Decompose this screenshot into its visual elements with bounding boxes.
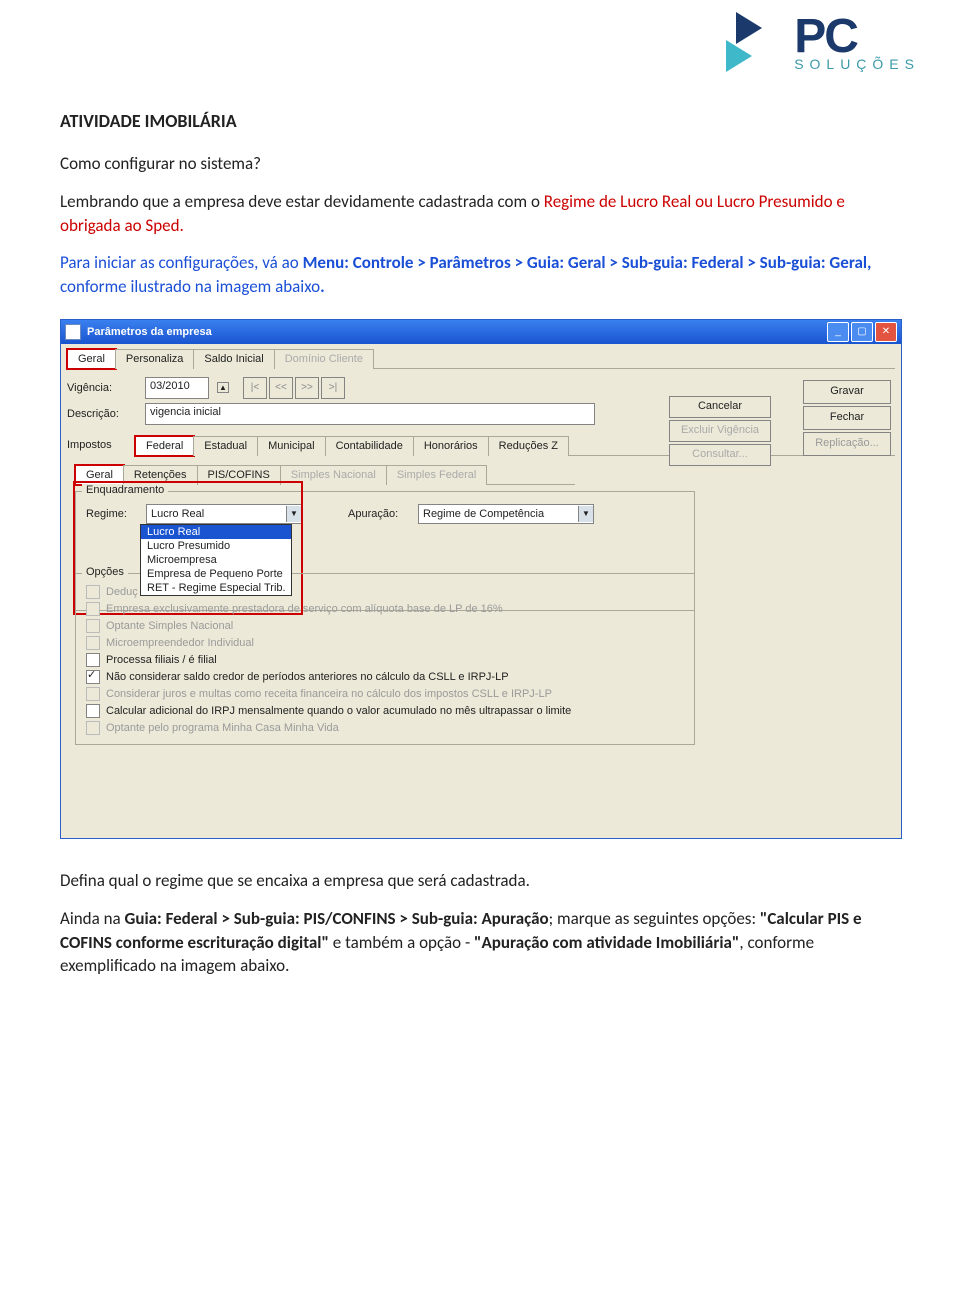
- close-button[interactable]: ✕: [875, 322, 897, 342]
- logo-text-top: PC: [794, 18, 920, 56]
- gravar-button[interactable]: Gravar: [803, 380, 891, 404]
- checkbox: [86, 585, 100, 599]
- nav-last[interactable]: >|: [321, 377, 345, 399]
- subtab-retencoes[interactable]: Retenções: [123, 465, 198, 485]
- checkbox: [86, 602, 100, 616]
- subtab-simples-federal[interactable]: Simples Federal: [386, 465, 487, 485]
- cancelar-button[interactable]: Cancelar: [669, 396, 771, 418]
- tab-honorarios[interactable]: Honorários: [413, 436, 489, 456]
- tab-reducoes-z[interactable]: Reduções Z: [488, 436, 569, 456]
- paragraph-4: Ainda na Guia: Federal > Sub-guia: PIS/C…: [60, 907, 900, 978]
- checkbox-label: Empresa exclusivamente prestadora de ser…: [106, 603, 503, 615]
- regime-option[interactable]: Lucro Presumido: [141, 539, 291, 553]
- checkbox-option: Microempreendedor Individual: [86, 636, 684, 650]
- checkbox[interactable]: [86, 670, 100, 684]
- label-descricao: Descrição:: [67, 408, 137, 420]
- vigencia-spinner[interactable]: ▲: [217, 382, 229, 393]
- checkbox-label: Optante pelo programa Minha Casa Minha V…: [106, 722, 339, 734]
- paragraph-2: Para iniciar as configurações, vá ao Men…: [60, 251, 900, 299]
- checkbox-option: Optante pelo programa Minha Casa Minha V…: [86, 721, 684, 735]
- checkbox[interactable]: [86, 653, 100, 667]
- label-regime: Regime:: [86, 508, 138, 520]
- checkbox[interactable]: [86, 704, 100, 718]
- tab-estadual[interactable]: Estadual: [193, 436, 258, 456]
- fieldset-opcoes: Opções DeduçEmpresa exclusivamente prest…: [75, 573, 695, 745]
- tab-municipal[interactable]: Municipal: [257, 436, 325, 456]
- nav-prev[interactable]: <<: [269, 377, 293, 399]
- checkbox-label: Considerar juros e multas como receita f…: [106, 688, 552, 700]
- regime-option[interactable]: RET - Regime Especial Trib.: [141, 581, 291, 595]
- checkbox: [86, 619, 100, 633]
- checkbox-label: Calcular adicional do IRPJ mensalmente q…: [106, 705, 571, 717]
- regime-dropdown[interactable]: Lucro Real Lucro Presumido Microempresa …: [140, 524, 292, 596]
- maximize-button[interactable]: ▢: [851, 322, 873, 342]
- window-title: Parâmetros da empresa: [87, 326, 212, 338]
- doc-subtitle: Como configurar no sistema?: [60, 152, 900, 176]
- doc-title: ATIVIDADE IMOBILÁRIA: [60, 110, 900, 132]
- replicacao-button[interactable]: Replicação...: [803, 432, 891, 456]
- subtab-geral[interactable]: Geral: [75, 465, 124, 485]
- tab-dominio-cliente[interactable]: Domínio Cliente: [274, 349, 374, 369]
- tab-personaliza[interactable]: Personaliza: [115, 349, 194, 369]
- nav-next[interactable]: >>: [295, 377, 319, 399]
- logo-text-bottom: SOLUÇÕES: [794, 56, 920, 72]
- regime-combobox[interactable]: Lucro Real▼: [146, 504, 302, 524]
- subtab-piscofins[interactable]: PIS/COFINS: [197, 465, 281, 485]
- checkbox-label: Microempreendedor Individual: [106, 637, 254, 649]
- regime-option[interactable]: Lucro Real: [141, 525, 291, 539]
- window-parametros: Parâmetros da empresa _ ▢ ✕ Geral Person…: [60, 319, 902, 839]
- chevron-down-icon: ▼: [578, 506, 593, 522]
- excluir-vigencia-button[interactable]: Excluir Vigência: [669, 420, 771, 442]
- titlebar[interactable]: Parâmetros da empresa _ ▢ ✕: [61, 320, 901, 344]
- checkbox-label: Deduç: [106, 586, 138, 598]
- checkbox-label: Optante Simples Nacional: [106, 620, 233, 632]
- tabs-top: Geral Personaliza Saldo Inicial Domínio …: [67, 348, 895, 369]
- tab-federal[interactable]: Federal: [135, 436, 194, 456]
- subtab-simples-nacional[interactable]: Simples Nacional: [280, 465, 387, 485]
- checkbox: [86, 636, 100, 650]
- checkbox: [86, 721, 100, 735]
- paragraph-1: Lembrando que a empresa deve estar devid…: [60, 190, 900, 238]
- checkbox-label: Processa filiais / é filial: [106, 654, 217, 666]
- legend-opcoes: Opções: [82, 566, 128, 578]
- paragraph-3: Defina qual o regime que se encaixa a em…: [60, 869, 900, 893]
- legend-enquadramento: Enquadramento: [82, 484, 168, 496]
- checkbox-option[interactable]: Processa filiais / é filial: [86, 653, 684, 667]
- tab-contabilidade[interactable]: Contabilidade: [325, 436, 414, 456]
- checkbox-label: Não considerar saldo credor de períodos …: [106, 671, 509, 683]
- label-impostos: Impostos: [67, 439, 127, 451]
- apuracao-combobox[interactable]: Regime de Competência▼: [418, 504, 594, 524]
- checkbox-option: Empresa exclusivamente prestadora de ser…: [86, 602, 684, 616]
- chevron-down-icon: ▼: [286, 506, 301, 522]
- checkbox: [86, 687, 100, 701]
- nav-first[interactable]: |<: [243, 377, 267, 399]
- checkbox-option: Optante Simples Nacional: [86, 619, 684, 633]
- label-vigencia: Vigência:: [67, 382, 137, 394]
- logo-mark: [726, 10, 786, 80]
- tab-geral[interactable]: Geral: [67, 349, 116, 369]
- checkbox-option[interactable]: Não considerar saldo credor de períodos …: [86, 670, 684, 684]
- regime-option[interactable]: Microempresa: [141, 553, 291, 567]
- checkbox-option: Considerar juros e multas como receita f…: [86, 687, 684, 701]
- tab-saldo-inicial[interactable]: Saldo Inicial: [193, 349, 274, 369]
- window-icon: [65, 324, 81, 340]
- consultar-button[interactable]: Consultar...: [669, 444, 771, 466]
- descricao-input[interactable]: vigencia inicial: [145, 403, 595, 425]
- vigencia-input[interactable]: 03/2010: [145, 377, 209, 399]
- label-apuracao: Apuração:: [348, 508, 410, 520]
- brand-logo: PC SOLUÇÕES: [726, 10, 920, 80]
- minimize-button[interactable]: _: [827, 322, 849, 342]
- checkbox-option[interactable]: Calcular adicional do IRPJ mensalmente q…: [86, 704, 684, 718]
- regime-option[interactable]: Empresa de Pequeno Porte: [141, 567, 291, 581]
- fechar-button[interactable]: Fechar: [803, 406, 891, 430]
